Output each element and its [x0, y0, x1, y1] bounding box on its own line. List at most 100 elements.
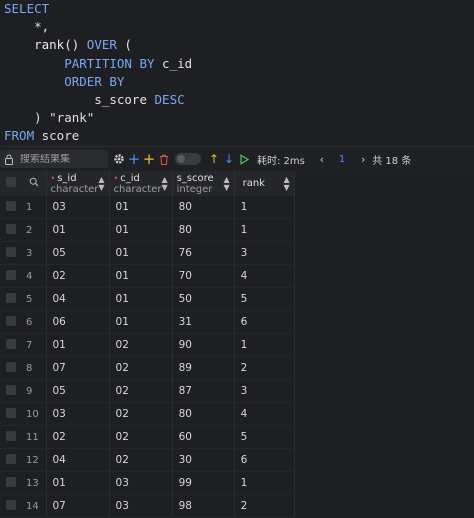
table-cell[interactable]: 02 — [109, 425, 173, 449]
table-cell[interactable]: 01 — [109, 264, 173, 288]
table-cell[interactable]: 05 — [46, 241, 110, 265]
select-all-cell[interactable] — [0, 171, 22, 196]
table-row[interactable]: 3 05 01 76 3 — [0, 241, 295, 265]
table-cell[interactable]: 3 — [234, 379, 295, 403]
table-row[interactable]: 4 02 01 70 4 — [0, 264, 295, 288]
settings-icon[interactable] — [112, 151, 126, 167]
table-cell[interactable]: 04 — [46, 448, 110, 472]
result-search-box[interactable] — [0, 150, 108, 168]
table-cell[interactable]: 01 — [109, 287, 173, 311]
table-row[interactable]: 10 03 02 80 4 — [0, 402, 295, 426]
table-cell[interactable]: 98 — [172, 494, 235, 518]
chevron-right-icon[interactable]: › — [356, 151, 370, 167]
table-cell[interactable]: 1 — [234, 471, 295, 495]
column-header-s_id[interactable]: • s_id character ▲ ▼ — [46, 171, 110, 196]
table-cell[interactable]: 02 — [46, 264, 110, 288]
row-checkbox[interactable] — [6, 315, 16, 326]
table-row[interactable]: 11 02 02 60 5 — [0, 425, 295, 449]
add-row-icon[interactable]: + — [142, 150, 156, 168]
table-cell[interactable]: 4 — [234, 264, 295, 288]
result-search-input[interactable] — [16, 153, 104, 165]
table-row[interactable]: 5 04 01 50 5 — [0, 287, 295, 311]
row-checkbox-cell[interactable] — [0, 241, 22, 265]
code-line[interactable]: rank() OVER ( — [0, 36, 474, 54]
table-cell[interactable]: 76 — [172, 241, 235, 265]
row-checkbox-cell[interactable] — [0, 425, 22, 449]
sql-editor[interactable]: SELECT *, rank() OVER ( PARTITION BY c_i… — [0, 0, 474, 146]
column-header-s_score[interactable]: s_score integer ▲ ▼ — [172, 171, 235, 196]
table-cell[interactable]: 2 — [234, 494, 295, 518]
table-cell[interactable]: 02 — [46, 425, 110, 449]
row-checkbox[interactable] — [6, 499, 16, 510]
row-checkbox[interactable] — [6, 223, 16, 234]
table-cell[interactable]: 31 — [172, 310, 235, 334]
table-cell[interactable]: 50 — [172, 287, 235, 311]
chevron-left-icon[interactable]: ‹ — [315, 151, 329, 167]
code-line[interactable]: FROM score — [0, 127, 474, 145]
table-cell[interactable]: 30 — [172, 448, 235, 472]
row-checkbox-cell[interactable] — [0, 264, 22, 288]
row-checkbox[interactable] — [6, 292, 16, 303]
code-line[interactable]: SELECT — [0, 0, 474, 18]
row-checkbox-cell[interactable] — [0, 333, 22, 357]
column-header-rank[interactable]: rank ▲ ▼ — [234, 171, 295, 196]
table-cell[interactable]: 05 — [46, 379, 110, 403]
table-cell[interactable]: 87 — [172, 379, 235, 403]
table-cell[interactable]: 1 — [234, 333, 295, 357]
row-checkbox-cell[interactable] — [0, 379, 22, 403]
table-cell[interactable]: 01 — [46, 333, 110, 357]
sort-icon[interactable]: ▲ ▼ — [223, 175, 229, 192]
auto-commit-toggle[interactable] — [175, 153, 201, 165]
table-cell[interactable]: 60 — [172, 425, 235, 449]
row-checkbox-cell[interactable] — [0, 218, 22, 242]
table-row[interactable]: 8 07 02 89 2 — [0, 356, 295, 380]
row-checkbox[interactable] — [6, 246, 16, 257]
row-checkbox-cell[interactable] — [0, 356, 22, 380]
table-cell[interactable]: 01 — [46, 471, 110, 495]
code-line[interactable]: ) "rank" — [0, 109, 474, 127]
row-checkbox[interactable] — [6, 269, 16, 280]
sort-icon[interactable]: ▲ ▼ — [283, 175, 289, 192]
row-search-header[interactable] — [22, 171, 47, 196]
row-checkbox[interactable] — [6, 338, 16, 349]
arrow-up-icon[interactable]: ↑ — [207, 151, 221, 167]
table-row[interactable]: 9 05 02 87 3 — [0, 379, 295, 403]
table-cell[interactable]: 1 — [234, 218, 295, 242]
row-checkbox-cell[interactable] — [0, 310, 22, 334]
table-cell[interactable]: 4 — [234, 402, 295, 426]
row-checkbox[interactable] — [6, 361, 16, 372]
column-header-c_id[interactable]: • c_id character ▲ ▼ — [109, 171, 173, 196]
table-cell[interactable]: 2 — [234, 356, 295, 380]
row-checkbox-cell[interactable] — [0, 471, 22, 495]
table-cell[interactable]: 01 — [109, 196, 173, 219]
code-line[interactable]: s_score DESC — [0, 91, 474, 109]
table-row[interactable]: 14 07 03 98 2 — [0, 494, 295, 518]
sort-icon[interactable]: ▲ ▼ — [98, 175, 104, 192]
row-checkbox[interactable] — [6, 430, 16, 441]
row-checkbox-cell[interactable] — [0, 448, 22, 472]
page-number[interactable]: 1 — [339, 154, 345, 165]
search-icon[interactable] — [29, 177, 39, 187]
table-cell[interactable]: 02 — [109, 379, 173, 403]
table-cell[interactable]: 02 — [109, 448, 173, 472]
add-icon[interactable]: + — [127, 150, 141, 168]
table-cell[interactable]: 01 — [109, 310, 173, 334]
table-cell[interactable]: 02 — [109, 356, 173, 380]
code-line[interactable]: *, — [0, 18, 474, 36]
table-cell[interactable]: 03 — [109, 494, 173, 518]
row-checkbox-cell[interactable] — [0, 494, 22, 518]
row-checkbox[interactable] — [6, 200, 16, 211]
code-line[interactable]: ORDER BY — [0, 73, 474, 91]
table-cell[interactable]: 80 — [172, 402, 235, 426]
table-cell[interactable]: 02 — [109, 402, 173, 426]
table-row[interactable]: 7 01 02 90 1 — [0, 333, 295, 357]
table-row[interactable]: 12 04 02 30 6 — [0, 448, 295, 472]
table-cell[interactable]: 3 — [234, 241, 295, 265]
table-cell[interactable]: 04 — [46, 287, 110, 311]
row-checkbox[interactable] — [6, 453, 16, 464]
table-cell[interactable]: 01 — [109, 218, 173, 242]
row-checkbox[interactable] — [6, 407, 16, 418]
table-cell[interactable]: 90 — [172, 333, 235, 357]
row-checkbox[interactable] — [6, 476, 16, 487]
table-cell[interactable]: 06 — [46, 310, 110, 334]
